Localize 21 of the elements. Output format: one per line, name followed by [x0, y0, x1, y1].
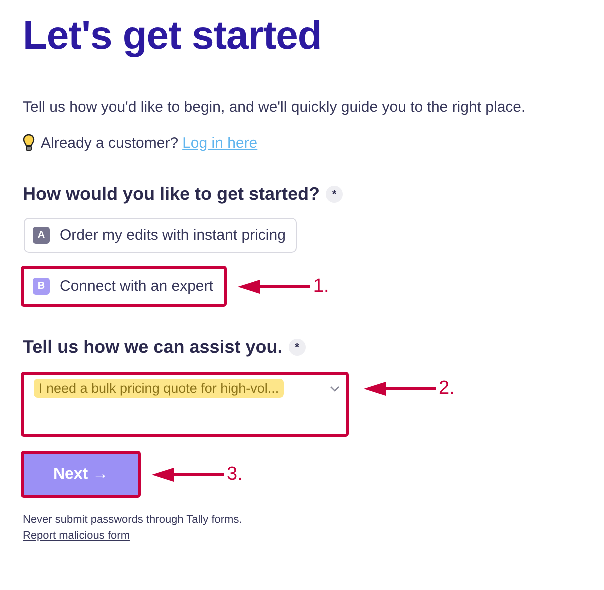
option-button[interactable]: A Order my edits with instant pricing — [24, 218, 297, 253]
arrow — [152, 468, 224, 482]
option-key: B — [33, 278, 50, 295]
intro-text: Tell us how you'd like to begin, and we'll quickly guide you to the right place. — [23, 99, 527, 116]
chevron-down-icon — [330, 386, 340, 392]
arrow — [364, 382, 436, 396]
select-field[interactable]: I need a bulk pricing quote for high-vol... — [24, 375, 346, 434]
lightbulb-icon — [23, 134, 35, 152]
question-label: How would you like to get started? — [23, 184, 320, 205]
required-mark: * — [326, 186, 344, 203]
login-prompt: Already a customer? — [41, 134, 179, 152]
step-number: 2. — [439, 378, 455, 400]
footer-note: Never submit passwords through Tally forms. — [23, 514, 244, 526]
report-link[interactable]: Report malicious form — [23, 530, 130, 542]
step-number: 3. — [227, 464, 243, 486]
question-label: Tell us how we can assist you. — [23, 337, 283, 358]
option-key: A — [33, 227, 50, 244]
step-number: 1. — [313, 276, 330, 298]
page-title: Let's get started — [23, 14, 323, 59]
required-mark: * — [288, 339, 306, 356]
selected-tag: I need a bulk pricing quote for high-vol... — [34, 379, 284, 398]
